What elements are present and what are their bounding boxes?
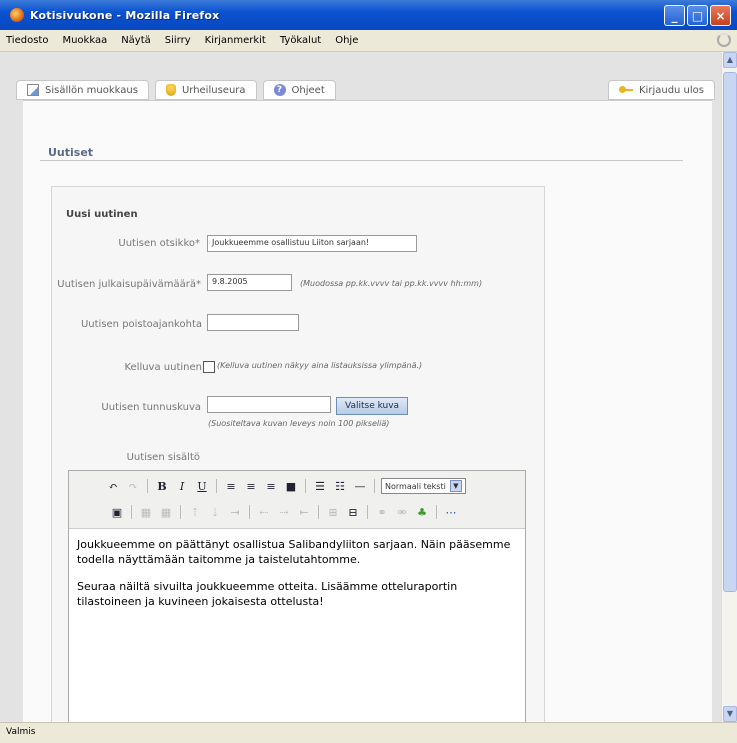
removal-label: Uutisen poistoajankohta [80, 319, 202, 330]
tab-sports-club[interactable]: Urheiluseura [154, 80, 257, 100]
menu-file[interactable]: Tiedosto [6, 35, 48, 46]
row-after-icon[interactable]: ⇣ [207, 504, 223, 520]
menu-bookmarks[interactable]: Kirjanmerkit [205, 35, 266, 46]
menu-tools[interactable]: Työkalut [280, 35, 321, 46]
bullet-list-icon[interactable]: ☰ [312, 478, 328, 494]
editor-content[interactable]: Joukkueemme on päättänyt osallistua Sali… [77, 537, 521, 621]
form-title: Uusi uutinen [66, 209, 138, 220]
floating-hint: (Kelluva uutinen näkyy aina listauksissa… [217, 361, 423, 370]
minimize-button[interactable]: _ [664, 5, 685, 26]
numbered-list-icon[interactable]: ☷ [332, 478, 348, 494]
window-title: Kotisivukone - Mozilla Firefox [30, 8, 220, 22]
trophy-icon [165, 84, 176, 96]
underline-icon[interactable]: U [194, 478, 210, 494]
main-tabs: Sisällön muokkaus Urheiluseura ? Ohjeet [16, 80, 336, 100]
window-titlebar: Kotisivukone - Mozilla Firefox _ □ × [0, 0, 737, 30]
headline-label: Uutisen otsikko* [118, 238, 200, 249]
align-right-icon[interactable]: ≡ [263, 478, 279, 494]
scroll-up-icon[interactable]: ▲ [723, 52, 737, 68]
editor-paragraph: Joukkueemme on päättänyt osallistua Sali… [77, 538, 511, 566]
tab-label: Kirjaudu ulos [639, 84, 704, 96]
tab-label: Ohjeet [291, 84, 325, 96]
undo-icon[interactable]: ↶ [105, 478, 121, 494]
insert-image-icon[interactable]: ▣ [109, 504, 125, 520]
italic-icon[interactable]: I [174, 478, 190, 494]
logout-tab[interactable]: Kirjaudu ulos [608, 80, 715, 100]
maximize-button[interactable]: □ [687, 5, 708, 26]
bold-icon[interactable]: B [154, 478, 170, 494]
editor-toolbar: ↶ ↷ B I U ≡ ≡ ≡ ■ ☰ ☷ — Normaali teksti … [69, 471, 525, 529]
format-select[interactable]: Normaali teksti ▼ [381, 478, 466, 494]
delete-col-icon[interactable]: ⇤ [296, 504, 312, 520]
section-divider [40, 160, 683, 161]
tab-help[interactable]: ? Ohjeet [262, 80, 336, 100]
anchor-icon[interactable]: ♣ [414, 504, 430, 520]
table-props-icon[interactable]: ▦ [158, 504, 174, 520]
format-select-value: Normaali teksti [385, 481, 446, 491]
align-left-icon[interactable]: ≡ [223, 478, 239, 494]
floating-checkbox[interactable] [203, 361, 215, 373]
image-label: Uutisen tunnuskuva [101, 402, 201, 413]
merge-cells-icon[interactable]: ⊟ [345, 504, 361, 520]
select-image-button[interactable]: Valitse kuva [336, 397, 409, 415]
tab-content-edit[interactable]: Sisällön muokkaus [16, 80, 149, 100]
menu-edit[interactable]: Muokkaa [62, 35, 107, 46]
menu-bar: Tiedosto Muokkaa Näytä Siirry Kirjanmerk… [0, 30, 737, 52]
horizontal-rule-icon[interactable]: — [352, 478, 368, 494]
delete-row-icon[interactable]: ⇥ [227, 504, 243, 520]
status-text: Valmis [6, 727, 36, 737]
firefox-icon [10, 8, 24, 22]
tab-label: Urheiluseura [181, 84, 246, 96]
menu-view[interactable]: Näytä [121, 35, 151, 46]
image-input[interactable] [207, 396, 331, 413]
pubdate-input[interactable]: 9.8.2005 [207, 274, 292, 291]
vertical-scrollbar[interactable]: ▲ ▼ [721, 52, 737, 722]
align-center-icon[interactable]: ≡ [243, 478, 259, 494]
split-cell-icon[interactable]: ⊞ [325, 504, 341, 520]
justify-icon[interactable]: ■ [283, 478, 299, 494]
row-before-icon[interactable]: ⇡ [187, 504, 203, 520]
link-icon[interactable]: ⚭ [374, 504, 390, 520]
headline-input[interactable]: Joukkueemme osallistuu Liiton sarjaan! [207, 235, 417, 252]
image-hint: (Suositeltava kuvan leveys noin 100 piks… [208, 419, 390, 428]
help-icon: ? [273, 84, 286, 96]
pubdate-label: Uutisen julkaisupäivämäärä* [57, 279, 201, 290]
menu-help[interactable]: Ohje [335, 35, 358, 46]
floating-label: Kelluva uutinen [124, 362, 202, 373]
section-title: Uutiset [48, 146, 94, 159]
key-icon [619, 85, 633, 95]
col-before-icon[interactable]: ⇠ [256, 504, 272, 520]
throbber-icon [717, 33, 731, 47]
editor-paragraph: Seuraa näiltä sivuilta joukkueemme ottei… [77, 580, 458, 608]
menu-go[interactable]: Siirry [165, 35, 191, 46]
removal-input[interactable] [207, 314, 299, 331]
pubdate-hint: (Muodossa pp.kk.vvvv tai pp.kk.vvvv hh:m… [300, 279, 483, 288]
unlink-icon[interactable]: ⚮ [394, 504, 410, 520]
chevron-down-icon: ▼ [449, 480, 462, 492]
scroll-thumb[interactable] [723, 72, 737, 592]
scroll-down-icon[interactable]: ▼ [723, 706, 737, 722]
more-icon[interactable]: ⋯ [443, 504, 459, 520]
content-label: Uutisen sisältö [126, 452, 200, 463]
rich-text-editor[interactable]: ↶ ↷ B I U ≡ ≡ ≡ ■ ☰ ☷ — Normaali teksti … [68, 470, 526, 726]
tab-label: Sisällön muokkaus [45, 84, 138, 96]
redo-icon[interactable]: ↷ [125, 478, 141, 494]
col-after-icon[interactable]: ⇢ [276, 504, 292, 520]
table-icon[interactable]: ▦ [138, 504, 154, 520]
close-button[interactable]: × [710, 5, 731, 26]
edit-icon [27, 84, 39, 96]
status-bar: Valmis [0, 722, 737, 743]
